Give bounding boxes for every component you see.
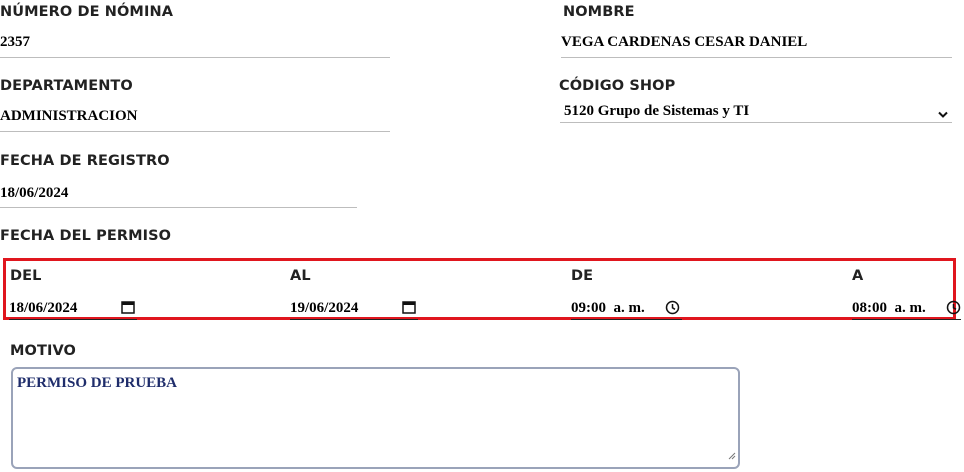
fecha-registro-label: FECHA DE REGISTRO — [0, 153, 170, 169]
a-time-input[interactable]: 08:00 a. m. — [852, 297, 961, 320]
codigo-shop-value: 5120 Grupo de Sistemas y TI — [564, 103, 750, 119]
del-date-input[interactable]: 18/06/2024 — [9, 297, 137, 320]
departamento-underline — [0, 131, 390, 132]
de-time-value: 09:00 a. m. — [571, 299, 645, 316]
nomina-underline — [0, 57, 390, 58]
calendar-icon[interactable] — [121, 300, 135, 319]
motivo-textarea[interactable]: PERMISO DE PRUEBA — [11, 367, 740, 469]
clock-icon[interactable] — [946, 300, 961, 320]
nombre-value[interactable]: VEGA CARDENAS CESAR DANIEL — [561, 34, 807, 51]
a-time-value: 08:00 a. m. — [852, 299, 926, 316]
motivo-label: MOTIVO — [10, 343, 76, 359]
fecha-permiso-label: FECHA DEL PERMISO — [0, 228, 172, 244]
fecha-registro-underline — [0, 207, 357, 208]
codigo-shop-select[interactable]: 5120 Grupo de Sistemas y TI — [560, 102, 952, 123]
al-date-input[interactable]: 19/06/2024 — [290, 297, 418, 320]
de-time-input[interactable]: 09:00 a. m. — [571, 297, 682, 320]
del-label: DEL — [10, 268, 42, 284]
motivo-value: PERMISO DE PRUEBA — [17, 375, 178, 391]
de-label: DE — [571, 268, 594, 284]
nombre-underline — [561, 57, 952, 58]
nomina-value[interactable]: 2357 — [0, 34, 30, 51]
departamento-value[interactable]: ADMINISTRACION — [0, 108, 138, 125]
al-date-value: 19/06/2024 — [290, 299, 359, 316]
resize-handle-icon[interactable] — [727, 448, 736, 465]
del-date-value: 18/06/2024 — [9, 299, 78, 316]
clock-icon[interactable] — [665, 300, 680, 320]
permiso-range-highlight — [3, 258, 956, 320]
nomina-label: NÚMERO DE NÓMINA — [0, 4, 174, 20]
fecha-registro-value[interactable]: 18/06/2024 — [0, 185, 68, 202]
a-label: A — [852, 268, 864, 284]
departamento-label: DEPARTAMENTO — [0, 78, 133, 94]
chevron-down-icon — [938, 106, 948, 124]
codigo-shop-label: CÓDIGO SHOP — [559, 78, 676, 94]
al-label: AL — [290, 268, 311, 284]
nombre-label: NOMBRE — [563, 4, 635, 20]
calendar-icon[interactable] — [402, 300, 416, 319]
